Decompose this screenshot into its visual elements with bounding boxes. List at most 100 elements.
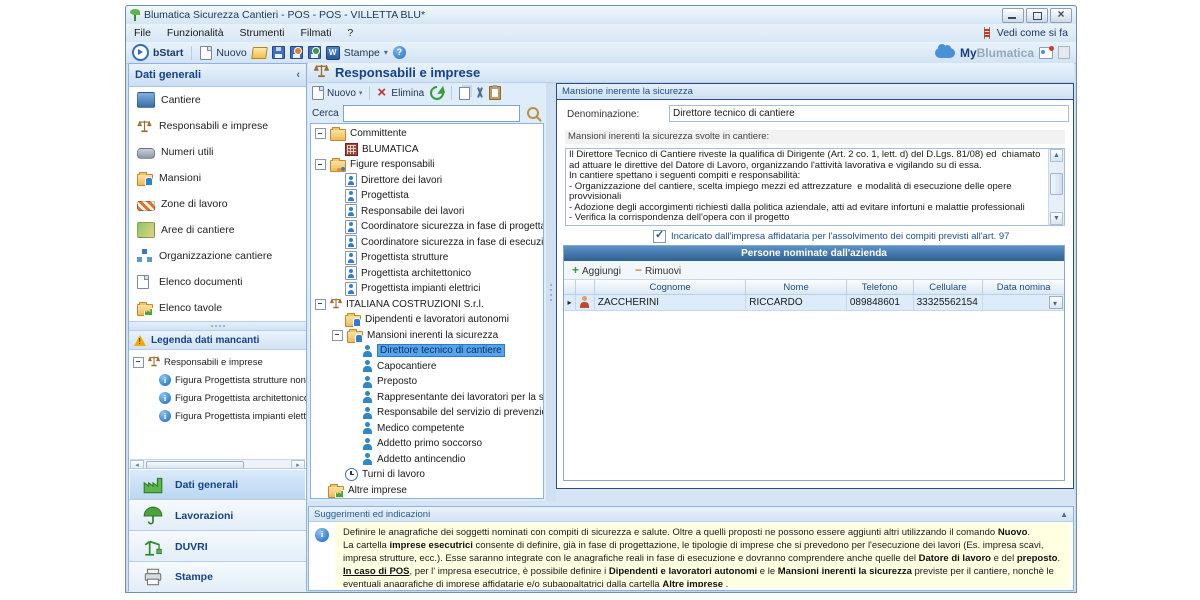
tree-node-blumatica[interactable]: BLUMATICA [311, 142, 543, 158]
help-icon[interactable] [393, 46, 406, 59]
tree-node-italiana-costruzioni[interactable]: ITALIANA COSTRUZIONI S.r.l. [311, 297, 543, 313]
person-icon [362, 376, 373, 388]
contact-card-icon[interactable] [1039, 47, 1053, 59]
tree-node-prog-architettonico[interactable]: Progettista architettonico [311, 266, 543, 282]
tree-node-rls[interactable]: Rappresentante dei lavoratori per la sic… [311, 390, 543, 406]
cell-cellulare[interactable]: 33325562154 [914, 295, 984, 311]
sidebar-item-aree-di-cantiere[interactable]: Aree di cantiere [129, 217, 306, 243]
menu-file[interactable]: File [126, 25, 159, 41]
sidebar-item-elenco-tavole[interactable]: Elenco tavole [129, 295, 306, 321]
col-cellulare[interactable]: Cellulare [914, 280, 984, 295]
sidebar-item-numeri-utili[interactable]: Numeri utili [129, 139, 306, 165]
textarea-scrollbar[interactable]: ▲ ▼ [1048, 149, 1064, 225]
tree-elimina-button[interactable]: Elimina [377, 87, 424, 99]
legend-root-node[interactable]: Responsabili e imprese [129, 353, 306, 371]
tree-node-altre-imprese[interactable]: Altre imprese [311, 483, 543, 499]
myblumatica-link[interactable]: MyBlumatica [960, 46, 1034, 60]
tree-node-mansioni-sicurezza[interactable]: Mansioni inerenti la sicurezza [311, 328, 543, 344]
bstart-button[interactable]: bStart [132, 44, 183, 61]
cell-data-nomina[interactable] [983, 295, 1064, 311]
mansioni-textarea[interactable]: Il Direttore Tecnico di Cantiere riveste… [565, 148, 1065, 226]
refresh-icon[interactable] [427, 83, 447, 103]
search-input[interactable] [343, 105, 520, 122]
copy-icon[interactable] [459, 87, 470, 100]
rimuovi-button[interactable]: −Rimuovi [635, 263, 681, 277]
col-nome[interactable]: Nome [746, 280, 847, 295]
tree-node-rspp[interactable]: Responsabile del servizio di prevenzione… [311, 405, 543, 421]
legend-warning-item[interactable]: Figura Progettista impianti elettrici no… [129, 407, 306, 425]
nav-duvri[interactable]: DUVRI [129, 530, 306, 562]
search-button[interactable] [524, 105, 542, 121]
delete-x-icon [377, 87, 389, 99]
tree-node-medico[interactable]: Medico competente [311, 421, 543, 437]
legend-warning-item[interactable]: Figura Progettista strutture non definit… [129, 371, 306, 389]
collapse-up-icon[interactable]: ▲ [1060, 510, 1068, 519]
menu-strumenti[interactable]: Strumenti [232, 25, 293, 41]
collapse-minus-icon[interactable] [133, 357, 144, 368]
nav-lavorazioni[interactable]: Lavorazioni [129, 499, 306, 531]
tree-node-capocantiere[interactable]: Capocantiere [311, 359, 543, 375]
save-as-icon[interactable] [290, 46, 303, 59]
tree-node-prog-strutture[interactable]: Progettista strutture [311, 250, 543, 266]
table-row[interactable]: ▸ ZACCHERINI RICCARDO 089848601 33325562… [564, 295, 1064, 311]
scroll-down-icon[interactable]: ▼ [1050, 212, 1063, 225]
menu-filmati[interactable]: Filmati [292, 25, 339, 41]
vedi-come-si-fa-link[interactable]: Vedi come si fa [982, 27, 1076, 39]
stampe-button[interactable]: Stampe ▾ [326, 46, 388, 60]
tree-node-figure-responsabili[interactable]: Figure responsabili [311, 157, 543, 173]
left-sidebar: Dati generali ‹ Cantiere Responsabili e … [128, 63, 307, 591]
art97-checkbox-row[interactable]: Incaricato dall'impresa affidataria per … [653, 230, 1009, 243]
checkbox-checked-icon[interactable] [653, 230, 666, 243]
collapse-chevron-icon[interactable]: ‹ [296, 69, 300, 81]
nav-stampe[interactable]: Stampe [129, 561, 306, 592]
maximize-button[interactable] [1026, 8, 1048, 23]
cell-nome[interactable]: RICCARDO [746, 295, 847, 311]
cell-cognome[interactable]: ZACCHERINI [595, 295, 746, 311]
sidebar-item-zone-di-lavoro[interactable]: Zone di lavoro [129, 191, 306, 217]
sidebar-item-organizzazione[interactable]: Organizzazione cantiere [129, 243, 306, 269]
tree-node-antincendio[interactable]: Addetto antincendio [311, 452, 543, 468]
tree-node-direttore-tecnico[interactable]: Direttore tecnico di cantiere [311, 343, 543, 359]
col-telefono[interactable]: Telefono [847, 280, 914, 295]
tree-node-direttore-lavori[interactable]: Direttore dei lavori [311, 173, 543, 189]
tree-node-dipendenti[interactable]: Dipendenti e lavoratori autonomi [311, 312, 543, 328]
tree-node-responsabile-lavori[interactable]: Responsabile dei lavori [311, 204, 543, 220]
sidebar-splitter[interactable] [129, 321, 306, 331]
legend-warning-item[interactable]: Figura Progettista architettonico non de… [129, 389, 306, 407]
cell-telefono[interactable]: 089848601 [847, 295, 914, 311]
menu-funzionalita[interactable]: Funzionalità [159, 25, 232, 41]
aggiungi-button[interactable]: +Aggiungi [572, 263, 621, 277]
scroll-up-icon[interactable]: ▲ [1050, 149, 1063, 162]
tree-node-committente[interactable]: Committente [311, 126, 543, 142]
tree-node-progettista[interactable]: Progettista [311, 188, 543, 204]
scroll-thumb[interactable] [1050, 173, 1063, 195]
date-dropdown-button[interactable] [1049, 296, 1063, 309]
save-icon[interactable] [272, 46, 285, 59]
sidebar-item-elenco-documenti[interactable]: Elenco documenti [129, 269, 306, 295]
tree-node-coord-progettazione[interactable]: Coordinatore sicurezza in fase di proget… [311, 219, 543, 235]
tree-node-turni[interactable]: Turni di lavoro [311, 467, 543, 483]
tree-node-primo-soccorso[interactable]: Addetto primo soccorso [311, 436, 543, 452]
notes-icon[interactable] [1058, 46, 1070, 59]
tree-node-coord-esecuzione[interactable]: Coordinatore sicurezza in fase di esecuz… [311, 235, 543, 251]
tree-node-preposto[interactable]: Preposto [311, 374, 543, 390]
col-cognome[interactable]: Cognome [595, 280, 746, 295]
col-data-nomina[interactable]: Data nomina [983, 280, 1064, 295]
open-icon[interactable] [251, 47, 268, 59]
sidebar-item-responsabili[interactable]: Responsabili e imprese [129, 113, 306, 139]
tree-nuovo-button[interactable]: Nuovo▾ [312, 86, 362, 100]
cut-icon[interactable] [474, 87, 485, 99]
nuovo-button[interactable]: Nuovo [200, 46, 246, 60]
menu-help[interactable]: ? [339, 25, 361, 41]
sidebar-item-cantiere[interactable]: Cantiere [129, 87, 306, 113]
minimize-button[interactable] [1002, 8, 1024, 23]
denominazione-input[interactable] [669, 105, 1069, 122]
close-button[interactable] [1050, 8, 1072, 23]
sidebar-item-mansioni[interactable]: Mansioni [129, 165, 306, 191]
search-label: Cerca [312, 108, 339, 119]
paste-icon[interactable] [489, 86, 501, 100]
tree-node-prog-impianti[interactable]: Progettista impianti elettrici [311, 281, 543, 297]
save-all-icon[interactable] [308, 46, 321, 59]
panel-splitter[interactable] [546, 83, 556, 501]
nav-dati-generali[interactable]: Dati generali [129, 468, 306, 500]
